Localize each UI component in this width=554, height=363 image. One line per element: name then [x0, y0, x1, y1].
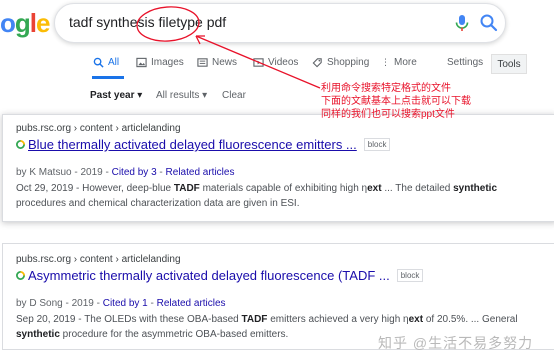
zhihu-watermark: 知乎 @生活不易多努力	[378, 335, 534, 351]
annotation-overlay	[136, 6, 321, 89]
annotation-circle	[136, 6, 200, 42]
annotation-line: 利用命令搜索特定格式的文件	[321, 83, 451, 94]
annotation-line: 下面的文献基本上点击就可以下载	[321, 96, 471, 107]
annotation-arrow-line	[195, 35, 321, 89]
annotation-note: 利用命令搜索特定格式的文件 下面的文献基本上点击就可以下载 同样的我们也可以搜索…	[321, 82, 471, 121]
annotation-line: 同样的我们也可以搜索ppt文件	[321, 109, 455, 120]
